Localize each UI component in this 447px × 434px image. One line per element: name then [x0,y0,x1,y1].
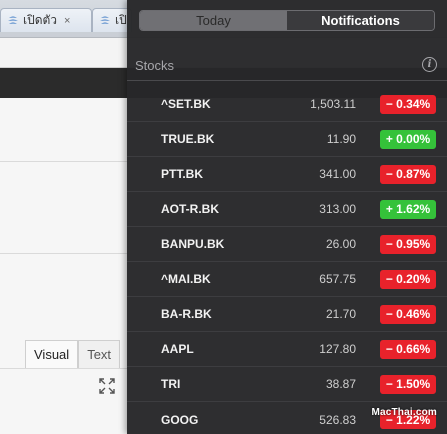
stock-change-badge[interactable]: + 1.62% [380,199,436,219]
stock-price: 1,503.11 [310,97,356,111]
tab-title: เปิดตัว [23,13,58,27]
stock-symbol: TRUE.BK [161,132,215,146]
stock-row[interactable]: AAPL 127.80 − 0.66% [127,332,447,367]
notification-center-panel: Today Notifications Stocks i ^SET.BK 1,50… [127,0,447,434]
stock-price: 26.00 [325,237,356,251]
stock-price: 313.00 [319,202,356,216]
editor-mode-tabs: Visual Text [25,340,121,368]
stock-symbol: BANPU.BK [161,237,225,251]
tab-today[interactable]: Today [140,11,287,30]
stock-change-badge[interactable]: − 0.95% [380,234,436,254]
stock-change-badge[interactable]: − 0.87% [380,164,436,184]
site-favicon-icon [7,15,19,27]
stock-symbol: BA-R.BK [161,307,212,321]
divider [127,80,447,81]
stock-price: 21.70 [325,307,356,321]
stock-symbol: AAPL [161,342,194,356]
site-favicon-icon [99,15,111,27]
stock-change-badge[interactable]: − 0.34% [380,94,436,114]
divider [0,253,128,254]
stock-price: 657.75 [319,272,356,286]
browser-tab-2[interactable]: เปิ [92,8,132,32]
stock-price: 38.87 [325,377,356,391]
stock-row[interactable]: ^MAI.BK 657.75 − 0.20% [127,262,447,297]
stock-row[interactable]: PTT.BK 341.00 − 0.87% [127,157,447,192]
info-icon[interactable]: i [422,57,437,72]
stock-change-badge[interactable]: − 0.66% [380,339,436,359]
tab-close-icon[interactable]: × [64,15,70,27]
stock-row[interactable]: BA-R.BK 21.70 − 0.46% [127,297,447,332]
stock-row[interactable]: BANPU.BK 26.00 − 0.95% [127,227,447,262]
stock-row[interactable]: AOT-R.BK 313.00 + 1.62% [127,192,447,227]
view-switcher: Today Notifications [139,10,435,31]
fullscreen-expand-icon[interactable] [99,378,115,394]
stock-price: 526.83 [319,412,356,427]
stock-row[interactable]: TRI 38.87 − 1.50% [127,367,447,402]
stock-change-badge[interactable]: + 0.00% [380,129,436,149]
browser-tab-1[interactable]: เปิดตัว × [0,8,92,32]
stock-change-badge[interactable]: − 1.50% [380,374,436,394]
watermark: MacThai.com [371,407,437,418]
stock-list: ^SET.BK 1,503.11 − 0.34% TRUE.BK 11.90 + 0.00… [127,87,447,434]
stock-price: 127.80 [319,342,356,356]
stock-symbol: PTT.BK [161,167,203,181]
stock-row[interactable]: ^SET.BK 1,503.11 − 0.34% [127,87,447,122]
stock-row[interactable]: TRUE.BK 11.90 + 0.00% [127,122,447,157]
stock-symbol: GOOG [161,412,199,427]
divider [0,161,128,162]
stock-symbol: AOT-R.BK [161,202,219,216]
stock-change-badge[interactable]: − 0.46% [380,304,436,324]
stock-symbol: ^SET.BK [161,97,211,111]
stock-symbol: TRI [161,377,181,391]
divider [0,368,128,369]
stock-price: 341.00 [319,167,356,181]
stock-price: 11.90 [326,132,356,146]
stock-change-badge[interactable]: − 0.20% [380,269,436,289]
tab-title: เปิ [115,13,127,27]
stock-symbol: ^MAI.BK [161,272,211,286]
tab-notifications[interactable]: Notifications [287,11,434,30]
tab-visual[interactable]: Visual [25,340,79,368]
tab-text[interactable]: Text [78,340,121,368]
widget-title: Stocks [135,58,175,73]
